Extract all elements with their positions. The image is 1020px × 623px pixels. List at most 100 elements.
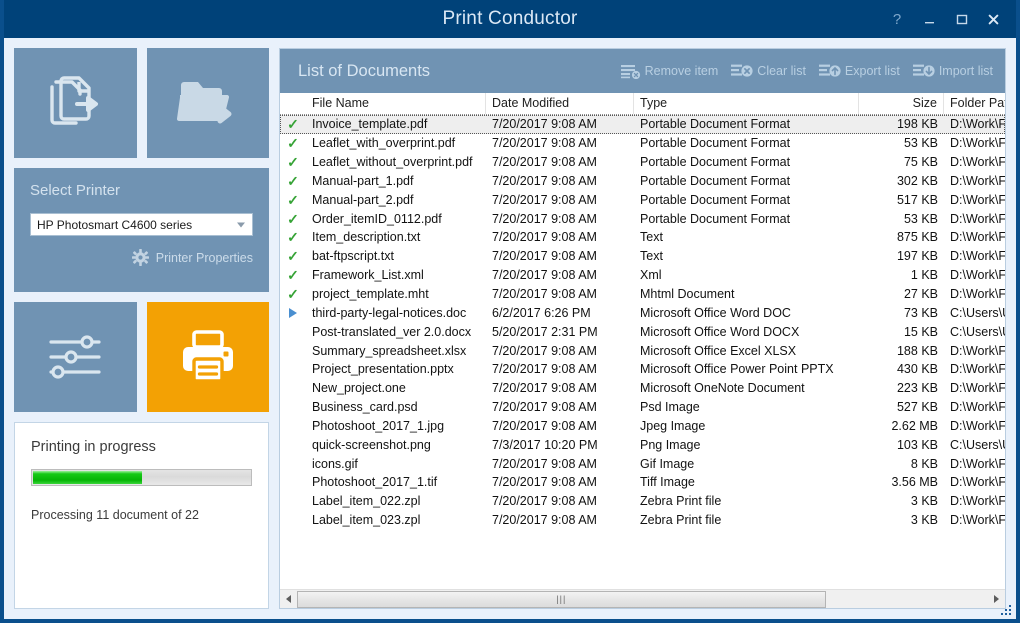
import-list-button[interactable]: Import list bbox=[913, 64, 993, 79]
cell-file-name: Framework_List.xml bbox=[306, 266, 486, 284]
scroll-left-arrow-icon[interactable] bbox=[280, 591, 297, 608]
cell-file-name: quick-screenshot.png bbox=[306, 436, 486, 454]
select-printer-label: Select Printer bbox=[30, 182, 253, 199]
cell-file-name: Label_item_022.zpl bbox=[306, 492, 486, 510]
table-row[interactable]: Photoshoot_2017_1.tif7/20/2017 9:08 AMTi… bbox=[280, 473, 1005, 492]
table-row[interactable]: Business_card.psd7/20/2017 9:08 AMPsd Im… bbox=[280, 398, 1005, 417]
grid-header-folder-path[interactable]: Folder Path bbox=[944, 93, 1005, 114]
close-icon[interactable] bbox=[978, 4, 1008, 34]
grid-header-type[interactable]: Type bbox=[634, 93, 859, 114]
table-row[interactable]: icons.gif7/20/2017 9:08 AMGif Image8 KBD… bbox=[280, 454, 1005, 473]
table-row[interactable]: ✓project_template.mht7/20/2017 9:08 AMMh… bbox=[280, 285, 1005, 304]
printer-select[interactable]: HP Photosmart C4600 series bbox=[30, 213, 253, 236]
cell-file-size: 2.62 MB bbox=[859, 417, 944, 435]
cell-date-modified: 7/20/2017 9:08 AM bbox=[486, 511, 634, 529]
cell-file-type: Portable Document Format bbox=[634, 172, 859, 190]
cell-folder-path: C:\Users\U bbox=[944, 323, 1005, 341]
scrollbar-thumb[interactable]: ||| bbox=[297, 591, 826, 608]
settings-button[interactable] bbox=[14, 302, 137, 412]
export-list-button[interactable]: Export list bbox=[819, 64, 900, 79]
cell-folder-path: D:\Work\F bbox=[944, 455, 1005, 473]
table-row[interactable]: Summary_spreadsheet.xlsx7/20/2017 9:08 A… bbox=[280, 341, 1005, 360]
title-bar: Print Conductor ? bbox=[4, 0, 1016, 38]
table-row[interactable]: ✓Manual-part_2.pdf7/20/2017 9:08 AMPorta… bbox=[280, 190, 1005, 209]
cell-folder-path: D:\Work\F bbox=[944, 285, 1005, 303]
table-row[interactable]: ✓Framework_List.xml7/20/2017 9:08 AMXml1… bbox=[280, 266, 1005, 285]
table-row[interactable]: New_project.one7/20/2017 9:08 AMMicrosof… bbox=[280, 379, 1005, 398]
cell-file-size: 430 KB bbox=[859, 360, 944, 378]
cell-folder-path: C:\Users\U bbox=[944, 436, 1005, 454]
cell-file-type: Png Image bbox=[634, 436, 859, 454]
cell-date-modified: 7/20/2017 9:08 AM bbox=[486, 247, 634, 265]
cell-file-type: Xml bbox=[634, 266, 859, 284]
table-row[interactable]: Label_item_023.zpl7/20/2017 9:08 AMZebra… bbox=[280, 511, 1005, 530]
sliders-icon bbox=[45, 331, 105, 383]
start-printing-button[interactable] bbox=[147, 302, 270, 412]
table-row[interactable]: Photoshoot_2017_1.jpg7/20/2017 9:08 AMJp… bbox=[280, 417, 1005, 436]
checkmark-icon: ✓ bbox=[280, 136, 306, 150]
table-row[interactable]: Post-translated_ver 2.0.docx5/20/2017 2:… bbox=[280, 322, 1005, 341]
minimize-icon[interactable] bbox=[914, 4, 944, 34]
cell-file-name: Order_itemID_0112.pdf bbox=[306, 210, 486, 228]
cell-folder-path: D:\Work\F bbox=[944, 153, 1005, 171]
cell-folder-path: D:\Work\F bbox=[944, 511, 1005, 529]
cell-file-size: 103 KB bbox=[859, 436, 944, 454]
file-grid: File Name Date Modified Type Size Folder… bbox=[280, 93, 1005, 608]
table-row[interactable]: ✓Manual-part_1.pdf7/20/2017 9:08 AMPorta… bbox=[280, 172, 1005, 191]
cell-file-type: Gif Image bbox=[634, 455, 859, 473]
cell-date-modified: 7/20/2017 9:08 AM bbox=[486, 153, 634, 171]
table-row[interactable]: ✓bat-ftpscript.txt7/20/2017 9:08 AMText1… bbox=[280, 247, 1005, 266]
cell-file-name: Manual-part_2.pdf bbox=[306, 191, 486, 209]
add-documents-button[interactable] bbox=[14, 48, 137, 158]
grid-header-date-modified[interactable]: Date Modified bbox=[486, 93, 634, 114]
cell-date-modified: 7/20/2017 9:08 AM bbox=[486, 134, 634, 152]
table-row[interactable]: Project_presentation.pptx7/20/2017 9:08 … bbox=[280, 360, 1005, 379]
cell-date-modified: 7/20/2017 9:08 AM bbox=[486, 285, 634, 303]
toolbar-label: Export list bbox=[845, 64, 900, 78]
printer-select-value: HP Photosmart C4600 series bbox=[37, 218, 192, 232]
maximize-icon[interactable] bbox=[946, 4, 976, 34]
scrollbar-grip: ||| bbox=[556, 595, 566, 604]
horizontal-scrollbar[interactable]: ||| bbox=[280, 589, 1005, 608]
cell-folder-path: D:\Work\F bbox=[944, 342, 1005, 360]
grid-header-file-name[interactable]: File Name bbox=[306, 93, 486, 114]
scroll-right-arrow-icon[interactable] bbox=[988, 591, 1005, 608]
table-row[interactable]: quick-screenshot.png7/3/2017 10:20 PMPng… bbox=[280, 435, 1005, 454]
table-row[interactable]: ✓Item_description.txt7/20/2017 9:08 AMTe… bbox=[280, 228, 1005, 247]
cell-file-size: 197 KB bbox=[859, 247, 944, 265]
remove-item-button[interactable]: Remove item bbox=[621, 64, 719, 79]
cell-file-size: 3 KB bbox=[859, 511, 944, 529]
checkmark-icon: ✓ bbox=[280, 117, 306, 131]
cell-date-modified: 7/3/2017 10:20 PM bbox=[486, 436, 634, 454]
cell-file-size: 3.56 MB bbox=[859, 473, 944, 491]
folder-arrow-icon bbox=[175, 75, 241, 131]
table-row[interactable]: ✓Order_itemID_0112.pdf7/20/2017 9:08 AMP… bbox=[280, 209, 1005, 228]
checkmark-icon: ✓ bbox=[280, 193, 306, 207]
cell-file-size: 15 KB bbox=[859, 323, 944, 341]
cell-file-name: New_project.one bbox=[306, 379, 486, 397]
add-folder-button[interactable] bbox=[147, 48, 270, 158]
window-title: Print Conductor bbox=[442, 8, 577, 30]
scrollbar-track[interactable]: ||| bbox=[297, 591, 988, 608]
cell-file-size: 3 KB bbox=[859, 492, 944, 510]
cell-folder-path: D:\Work\F bbox=[944, 134, 1005, 152]
cell-date-modified: 7/20/2017 9:08 AM bbox=[486, 115, 634, 133]
table-row[interactable]: third-party-legal-notices.doc6/2/2017 6:… bbox=[280, 303, 1005, 322]
gear-icon bbox=[132, 249, 149, 266]
table-row[interactable]: ✓Leaflet_without_overprint.pdf7/20/2017 … bbox=[280, 153, 1005, 172]
cell-date-modified: 7/20/2017 9:08 AM bbox=[486, 417, 634, 435]
sidebar: Select Printer HP Photosmart C4600 serie… bbox=[14, 48, 269, 609]
cell-file-name: icons.gif bbox=[306, 455, 486, 473]
clear-list-button[interactable]: Clear list bbox=[731, 64, 806, 79]
table-row[interactable]: ✓Invoice_template.pdf7/20/2017 9:08 AMPo… bbox=[280, 115, 1005, 134]
list-export-icon bbox=[819, 64, 841, 79]
toolbar-label: Remove item bbox=[645, 64, 719, 78]
printer-properties-button[interactable]: Printer Properties bbox=[30, 249, 253, 266]
help-icon[interactable]: ? bbox=[882, 4, 912, 34]
grid-header-size[interactable]: Size bbox=[859, 93, 944, 114]
cell-folder-path: D:\Work\F bbox=[944, 247, 1005, 265]
table-row[interactable]: ✓Leaflet_with_overprint.pdf7/20/2017 9:0… bbox=[280, 134, 1005, 153]
cell-file-type: Portable Document Format bbox=[634, 134, 859, 152]
app-window: Print Conductor ? bbox=[0, 0, 1020, 623]
table-row[interactable]: Label_item_022.zpl7/20/2017 9:08 AMZebra… bbox=[280, 492, 1005, 511]
